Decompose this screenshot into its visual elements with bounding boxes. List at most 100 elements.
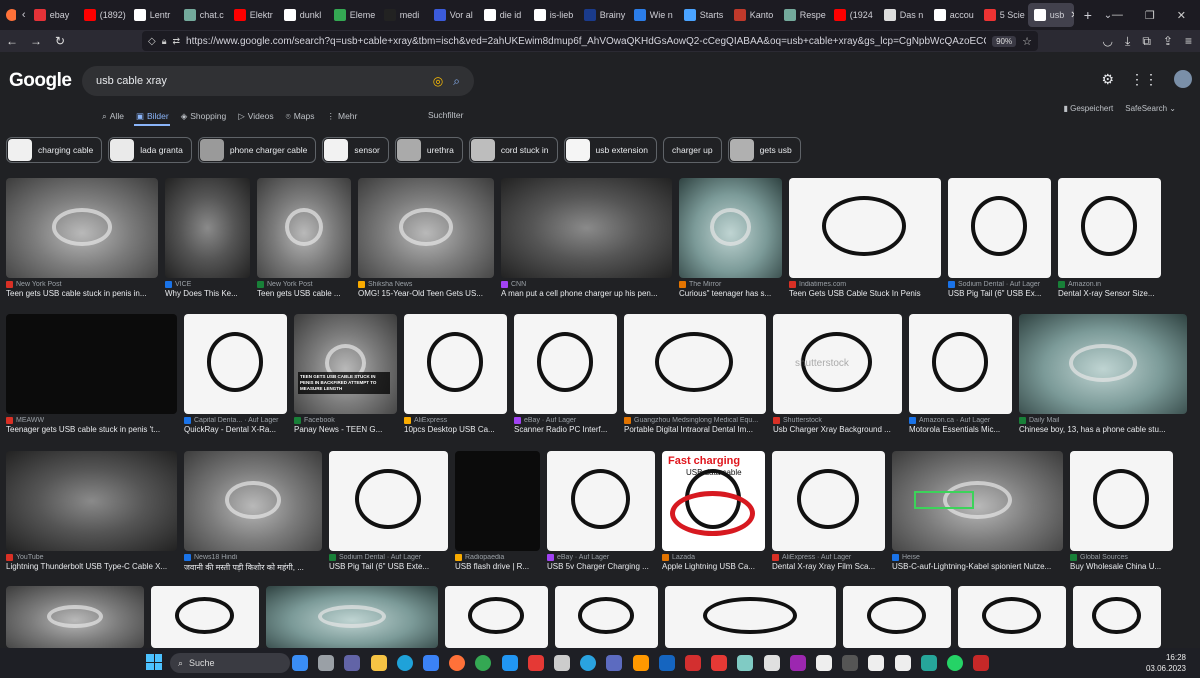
result-title[interactable]: 10pcs Desktop USB Ca... bbox=[404, 425, 507, 434]
result-thumbnail[interactable] bbox=[1019, 314, 1187, 414]
result-thumbnail[interactable] bbox=[266, 586, 438, 648]
image-result[interactable]: VICE Why Does This Ke... bbox=[165, 178, 250, 298]
result-thumbnail[interactable] bbox=[358, 178, 494, 278]
new-tab-button[interactable]: + bbox=[1074, 0, 1098, 30]
result-title[interactable]: Usb Charger Xray Background ... bbox=[773, 425, 902, 434]
image-result[interactable]: Radiopaedia USB flash drive | R... bbox=[455, 451, 540, 573]
tab-maps[interactable]: ⌾ Maps bbox=[280, 110, 321, 122]
result-thumbnail[interactable] bbox=[514, 314, 617, 414]
result-thumbnail[interactable] bbox=[555, 586, 658, 648]
result-thumbnail[interactable] bbox=[665, 586, 836, 648]
clock[interactable]: 16:28 03.06.2023 bbox=[1146, 652, 1186, 674]
search-input[interactable]: usb cable xray bbox=[96, 75, 423, 87]
task-view-icon[interactable] bbox=[318, 655, 335, 671]
result-title[interactable]: QuickRay - Dental X-Ra... bbox=[184, 425, 287, 434]
linux-icon[interactable] bbox=[894, 655, 911, 671]
chip-charging-cable[interactable]: charging cable bbox=[6, 137, 103, 163]
result-thumbnail[interactable] bbox=[909, 314, 1012, 414]
result-title[interactable]: Scanner Radio PC Interf... bbox=[514, 425, 617, 434]
result-title[interactable]: Teen gets USB cable stuck in penis in... bbox=[6, 289, 158, 298]
tab-list-icon[interactable]: ‹ bbox=[16, 0, 28, 30]
image-result[interactable]: MEAWW Teenager gets USB cable stuck in pe… bbox=[6, 314, 177, 434]
image-result[interactable]: Global Sources Buy Wholesale China U... bbox=[1070, 451, 1173, 573]
result-thumbnail[interactable] bbox=[445, 586, 548, 648]
teams-icon[interactable] bbox=[344, 655, 361, 671]
linux-icon[interactable] bbox=[868, 655, 885, 671]
tab-alle[interactable]: ⌕ Alle bbox=[96, 110, 130, 122]
browser-tab[interactable]: medi bbox=[378, 0, 428, 30]
browser-tab[interactable]: is-lieb bbox=[528, 0, 578, 30]
result-thumbnail[interactable] bbox=[6, 314, 177, 414]
result-thumbnail[interactable]: Fast charging USB data cable bbox=[662, 451, 765, 551]
result-title[interactable]: Curious" teenager has s... bbox=[679, 289, 782, 298]
browser-tab[interactable]: chat.c bbox=[178, 0, 228, 30]
result-title[interactable]: Dental X-ray Sensor Size... bbox=[1058, 289, 1161, 298]
zoom-badge[interactable]: 90% bbox=[992, 35, 1017, 47]
image-result[interactable]: The Mirror Curious" teenager has s... bbox=[679, 178, 782, 298]
browser-tab[interactable]: dunkl bbox=[278, 0, 328, 30]
shield-icon[interactable]: ◇ bbox=[148, 36, 156, 47]
result-thumbnail[interactable] bbox=[257, 178, 351, 278]
url-bar[interactable]: ◇ 🔒︎ ⇄ https://www.google.com/search?q=u… bbox=[142, 31, 1038, 51]
app-icon[interactable] bbox=[816, 655, 832, 671]
image-result[interactable] bbox=[555, 586, 658, 648]
result-title[interactable]: Teenager gets USB cable stuck in penis '… bbox=[6, 425, 177, 434]
result-thumbnail[interactable] bbox=[1058, 178, 1161, 278]
settings-gear-icon[interactable]: ⚙ bbox=[1101, 71, 1114, 88]
bookmark-star-icon[interactable]: ☆ bbox=[1022, 35, 1032, 48]
image-result[interactable]: TEEN GETS USB CABLE STUCK IN PENIS IN BA… bbox=[294, 314, 397, 434]
app-icon[interactable] bbox=[920, 655, 937, 671]
result-title[interactable]: Chinese boy, 13, has a phone cable stu..… bbox=[1019, 425, 1187, 434]
result-title[interactable]: Panay News - TEEN G... bbox=[294, 425, 397, 434]
url-text[interactable]: https://www.google.com/search?q=usb+cabl… bbox=[186, 36, 986, 47]
result-thumbnail[interactable] bbox=[6, 451, 177, 551]
image-result[interactable] bbox=[665, 586, 836, 648]
result-title[interactable]: A man put a cell phone charger up his pe… bbox=[501, 289, 672, 298]
avatar[interactable] bbox=[1174, 70, 1192, 88]
result-thumbnail[interactable] bbox=[843, 586, 951, 648]
result-thumbnail[interactable] bbox=[547, 451, 655, 551]
image-result[interactable]: Daily Mail Chinese boy, 13, has a phone c… bbox=[1019, 314, 1187, 434]
browser-tab[interactable]: accou bbox=[928, 0, 978, 30]
taskbar-search[interactable]: ⌕ Suche bbox=[170, 653, 290, 673]
result-title[interactable]: Teen gets USB cable ... bbox=[257, 289, 351, 298]
app-icon[interactable] bbox=[789, 655, 806, 671]
result-thumbnail[interactable] bbox=[958, 586, 1066, 648]
app-icon[interactable] bbox=[658, 655, 675, 671]
result-title[interactable]: Teen Gets USB Cable Stuck In Penis bbox=[789, 289, 941, 298]
browser-tab[interactable]: Eleme bbox=[328, 0, 378, 30]
extensions-icon[interactable]: ⧉ bbox=[1142, 34, 1151, 49]
result-title[interactable]: Buy Wholesale China U... bbox=[1070, 562, 1173, 571]
browser-tab[interactable]: 5 Scie bbox=[978, 0, 1028, 30]
result-thumbnail[interactable]: TEEN GETS USB CABLE STUCK IN PENIS IN BA… bbox=[294, 314, 397, 414]
browser-tab[interactable]: Das n bbox=[878, 0, 928, 30]
image-result[interactable]: Amazon.ca · Auf Lager Motorola Essentials… bbox=[909, 314, 1012, 434]
result-thumbnail[interactable] bbox=[165, 178, 250, 278]
tab-shopping[interactable]: ◈ Shopping bbox=[175, 110, 232, 122]
app-icon[interactable] bbox=[763, 655, 780, 671]
app-icon[interactable] bbox=[711, 655, 728, 671]
app-icon[interactable] bbox=[501, 655, 518, 671]
search-box[interactable]: usb cable xray ◎ ⌕ bbox=[82, 66, 474, 96]
image-result[interactable] bbox=[843, 586, 951, 648]
result-thumbnail[interactable] bbox=[184, 451, 322, 551]
filter-button[interactable]: Suchfilter bbox=[428, 110, 463, 120]
browser-tab[interactable]: die id bbox=[478, 0, 528, 30]
app-icon[interactable] bbox=[973, 655, 990, 671]
result-title[interactable]: Lightning Thunderbolt USB Type-C Cable X… bbox=[6, 562, 177, 571]
image-result[interactable] bbox=[445, 586, 548, 648]
result-thumbnail[interactable] bbox=[6, 586, 144, 648]
chevron-down-icon[interactable]: ⌄ bbox=[1098, 0, 1112, 30]
result-title[interactable]: USB flash drive | R... bbox=[455, 562, 540, 571]
search-icon[interactable]: ⌕ bbox=[453, 74, 460, 89]
app-icon[interactable] bbox=[606, 655, 623, 671]
result-title[interactable]: OMG! 15-Year-Old Teen Gets US... bbox=[358, 289, 494, 298]
image-result[interactable] bbox=[266, 586, 438, 648]
result-thumbnail[interactable] bbox=[329, 451, 448, 551]
image-result[interactable]: New York Post Teen gets USB cable stuck i… bbox=[6, 178, 158, 298]
image-result[interactable]: News18 Hindi जवानी की मस्ती पड़ी किशोर को… bbox=[184, 451, 322, 573]
result-title[interactable]: Motorola Essentials Mic... bbox=[909, 425, 1012, 434]
result-thumbnail[interactable] bbox=[948, 178, 1051, 278]
image-result[interactable]: Indiatimes.com Teen Gets USB Cable Stuck … bbox=[789, 178, 941, 298]
explorer-icon[interactable] bbox=[370, 655, 387, 671]
